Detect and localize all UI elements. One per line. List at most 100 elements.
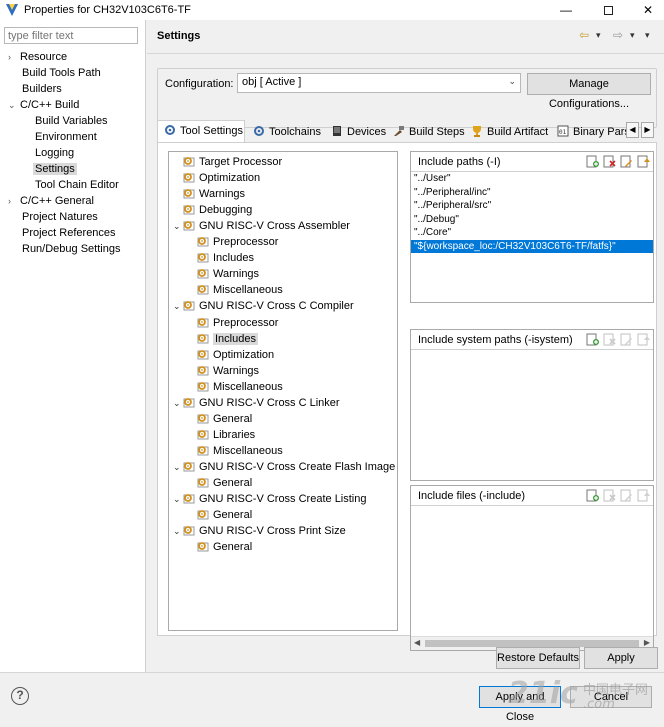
- add-icon[interactable]: [586, 333, 599, 346]
- toolchains-icon: [254, 126, 264, 136]
- add-icon[interactable]: [586, 489, 599, 502]
- list-item[interactable]: "../User": [411, 172, 653, 186]
- tree-item[interactable]: ⌄ GNU RISC-V Cross C Linker: [173, 395, 340, 411]
- tree-item[interactable]: ⌄ GNU RISC-V Cross Assembler: [173, 218, 350, 234]
- tree-item[interactable]: Miscellaneous: [197, 282, 283, 298]
- manage-configurations-button[interactable]: Manage Configurations...: [527, 73, 651, 110]
- view-menu-icon[interactable]: ▾: [645, 30, 650, 41]
- delete-icon[interactable]: [603, 333, 616, 346]
- tree-item[interactable]: Target Processor: [183, 154, 282, 170]
- tree-item[interactable]: Includes: [197, 331, 258, 347]
- sidebar-item-build-variables[interactable]: Build Variables: [35, 113, 108, 129]
- tree-item[interactable]: ⌄ GNU RISC-V Cross C Compiler: [173, 298, 354, 314]
- include-files-list[interactable]: Include files (-include) ◀ ▶: [410, 485, 654, 651]
- include-paths-list[interactable]: Include paths (-I) "../User" "../Periphe…: [410, 151, 654, 303]
- list-item[interactable]: "../Peripheral/src": [411, 199, 653, 213]
- tree-item[interactable]: Optimization: [197, 347, 274, 363]
- tree-item[interactable]: Preprocessor: [197, 234, 278, 250]
- move-up-icon[interactable]: [637, 155, 650, 168]
- tab-build-artifact[interactable]: Build Artifact: [471, 122, 548, 142]
- minimize-button[interactable]: —: [552, 0, 580, 20]
- tree-item[interactable]: General: [197, 507, 252, 523]
- tree-item[interactable]: Warnings: [197, 363, 259, 379]
- filter-input[interactable]: [4, 27, 138, 44]
- add-icon[interactable]: [586, 155, 599, 168]
- sidebar-item-resource[interactable]: › Resource: [8, 49, 67, 65]
- scroll-thumb[interactable]: [425, 640, 639, 647]
- tree-item[interactable]: Miscellaneous: [197, 379, 283, 395]
- tree-item[interactable]: ⌄ GNU RISC-V Cross Create Listing: [173, 491, 367, 507]
- list-item[interactable]: "../Debug": [411, 213, 653, 227]
- gear-icon: [183, 397, 195, 408]
- tab-devices[interactable]: Devices: [331, 122, 386, 142]
- collapse-arrow-icon[interactable]: ⌄: [173, 491, 183, 507]
- maximize-icon: [603, 5, 613, 15]
- sidebar-item-project-natures[interactable]: Project Natures: [22, 209, 98, 225]
- configuration-select[interactable]: obj [ Active ] ⌄: [237, 73, 521, 93]
- forward-arrow-icon[interactable]: ⇨: [613, 28, 623, 42]
- sidebar-item-logging[interactable]: Logging: [35, 145, 74, 161]
- tab-build-steps[interactable]: Build Steps: [393, 122, 465, 142]
- sidebar-item-run-debug-settings[interactable]: Run/Debug Settings: [22, 241, 120, 257]
- list-item[interactable]: "../Core": [411, 226, 653, 240]
- watermark-logo: 21ic: [508, 676, 578, 711]
- maximize-button[interactable]: [594, 0, 622, 20]
- list-item[interactable]: "../Peripheral/inc": [411, 186, 653, 200]
- list-item-selected[interactable]: "${workspace_loc:/CH32V103C6T6-TF/fatfs}…: [411, 239, 653, 253]
- tree-item[interactable]: ⌄ GNU RISC-V Cross Print Size: [173, 523, 346, 539]
- edit-icon[interactable]: [620, 489, 633, 502]
- tree-item[interactable]: Miscellaneous: [197, 443, 283, 459]
- move-up-icon[interactable]: [637, 333, 650, 346]
- tab-scroll-right-button[interactable]: ▶: [641, 122, 654, 138]
- sidebar-item-tool-chain-editor[interactable]: Tool Chain Editor: [35, 177, 119, 193]
- back-menu-icon[interactable]: ▾: [596, 30, 601, 41]
- sidebar-item-settings[interactable]: Settings: [33, 161, 77, 177]
- gear-icon: [183, 173, 195, 183]
- gear-icon: [197, 478, 209, 488]
- collapse-arrow-icon[interactable]: ⌄: [173, 218, 183, 234]
- scroll-right-icon[interactable]: ▶: [644, 638, 650, 647]
- sidebar-item-project-references[interactable]: Project References: [22, 225, 116, 241]
- tree-item[interactable]: ⌄ GNU RISC-V Cross Create Flash Image: [173, 459, 395, 475]
- tab-tool-settings[interactable]: Tool Settings: [157, 120, 245, 142]
- collapse-arrow-icon[interactable]: ⌄: [173, 298, 183, 314]
- sidebar-item-builders[interactable]: Builders: [22, 81, 62, 97]
- help-icon[interactable]: ?: [11, 687, 29, 705]
- forward-menu-icon[interactable]: ▾: [630, 30, 635, 41]
- tree-item[interactable]: Includes: [197, 250, 254, 266]
- collapse-arrow-icon[interactable]: ⌄: [8, 97, 20, 113]
- expand-arrow-icon[interactable]: ›: [8, 193, 20, 209]
- back-arrow-icon[interactable]: ⇦: [579, 28, 589, 42]
- tab-toolchains[interactable]: Toolchains: [253, 122, 321, 142]
- tree-item[interactable]: Libraries: [197, 427, 255, 443]
- tab-scroll-left-button[interactable]: ◀: [626, 122, 639, 138]
- tree-item[interactable]: Optimization: [183, 170, 260, 186]
- restore-defaults-button[interactable]: Restore Defaults: [496, 647, 580, 669]
- delete-icon[interactable]: [603, 155, 616, 168]
- tab-binary-parsers[interactable]: 01 Binary Pars: [557, 122, 627, 142]
- tree-item[interactable]: General: [197, 411, 252, 427]
- gear-icon: [197, 269, 209, 279]
- tree-item[interactable]: Warnings: [197, 266, 259, 282]
- sidebar-item-environment[interactable]: Environment: [35, 129, 97, 145]
- expand-arrow-icon[interactable]: ›: [8, 49, 20, 65]
- include-system-paths-list[interactable]: Include system paths (-isystem): [410, 329, 654, 481]
- delete-icon[interactable]: [603, 489, 616, 502]
- close-button[interactable]: ✕: [634, 0, 662, 20]
- collapse-arrow-icon[interactable]: ⌄: [173, 395, 183, 411]
- tree-item[interactable]: Warnings: [183, 186, 245, 202]
- collapse-arrow-icon[interactable]: ⌄: [173, 459, 183, 475]
- sidebar-item-cpp-general[interactable]: › C/C++ General: [8, 193, 94, 209]
- tree-item[interactable]: General: [197, 539, 252, 555]
- tree-item[interactable]: Debugging: [183, 202, 252, 218]
- move-up-icon[interactable]: [637, 489, 650, 502]
- edit-icon[interactable]: [620, 333, 633, 346]
- tree-item[interactable]: General: [197, 475, 252, 491]
- sidebar-item-build-tools-path[interactable]: Build Tools Path: [22, 65, 101, 81]
- edit-icon[interactable]: [620, 155, 633, 168]
- tree-item[interactable]: Preprocessor: [197, 315, 278, 331]
- apply-button[interactable]: Apply: [584, 647, 658, 669]
- sidebar-item-cpp-build[interactable]: ⌄ C/C++ Build: [8, 97, 79, 113]
- collapse-arrow-icon[interactable]: ⌄: [173, 523, 183, 539]
- scroll-left-icon[interactable]: ◀: [414, 638, 420, 647]
